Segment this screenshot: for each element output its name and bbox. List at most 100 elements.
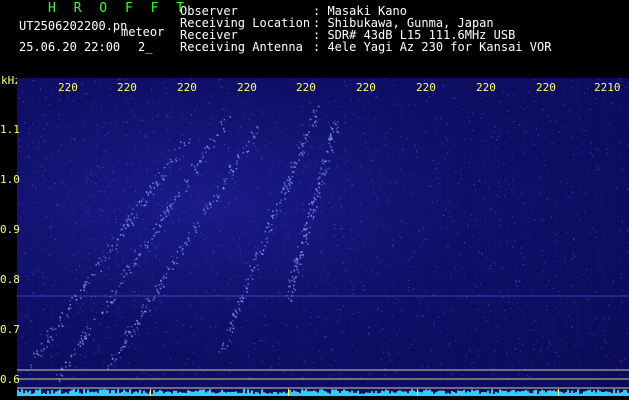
amplitude-trace	[19, 391, 21, 396]
noise-speckle	[178, 287, 180, 289]
sweep-trace	[98, 263, 101, 266]
noise-speckle	[160, 302, 162, 304]
noise-band	[272, 78, 274, 396]
sweep-trace	[100, 259, 103, 262]
amplitude-trace	[615, 392, 617, 396]
noise-speckle	[119, 307, 121, 309]
sweep-trace	[324, 169, 326, 172]
noise-speckle	[298, 233, 300, 234]
noise-speckle	[45, 248, 47, 250]
sweep-trace	[236, 160, 238, 162]
noise-speckle	[552, 303, 554, 305]
sweep-trace	[113, 299, 116, 302]
sweep-trace	[118, 352, 120, 354]
noise-speckle	[425, 238, 427, 240]
noise-speckle	[329, 283, 331, 285]
noise-speckle	[572, 251, 574, 253]
noise-speckle	[120, 335, 122, 337]
sweep-trace	[171, 207, 173, 210]
noise-band	[446, 78, 448, 396]
noise-speckle	[491, 137, 493, 139]
sweep-trace	[242, 297, 245, 300]
sweep-trace	[178, 192, 180, 194]
amplitude-trace	[265, 393, 267, 396]
noise-speckle	[477, 219, 478, 221]
noise-speckle	[377, 98, 379, 100]
noise-speckle	[524, 202, 526, 203]
amplitude-trace	[195, 390, 197, 396]
noise-speckle	[42, 115, 44, 117]
amplitude-trace	[73, 389, 75, 396]
noise-speckle	[559, 312, 561, 314]
noise-speckle	[201, 130, 203, 132]
sweep-trace	[309, 118, 312, 121]
noise-speckle	[530, 329, 532, 331]
noise-speckle	[82, 125, 84, 127]
noise-speckle	[287, 226, 289, 228]
noise-speckle	[481, 113, 483, 115]
amplitude-trace	[89, 392, 91, 396]
noise-speckle	[446, 139, 448, 141]
noise-speckle	[468, 162, 470, 164]
noise-speckle	[150, 126, 152, 128]
noise-speckle	[391, 286, 393, 288]
sweep-trace	[312, 216, 315, 218]
amplitude-trace	[327, 392, 329, 396]
amplitude-trace	[493, 393, 495, 396]
noise-speckle	[59, 182, 61, 184]
noise-speckle	[331, 365, 332, 367]
noise-speckle	[579, 365, 581, 367]
noise-speckle	[431, 356, 433, 358]
x-tick-label: 220	[117, 81, 137, 94]
amplitude-trace	[161, 391, 163, 396]
amplitude-trace	[59, 389, 61, 396]
mode-label: meteor	[121, 25, 165, 39]
noise-speckle	[290, 121, 292, 123]
noise-band	[92, 78, 94, 396]
sweep-trace	[331, 138, 333, 140]
sweep-trace	[290, 299, 292, 302]
sweep-trace	[300, 263, 302, 266]
noise-speckle	[480, 283, 481, 285]
noise-speckle	[143, 218, 145, 220]
noise-speckle	[612, 210, 614, 212]
sweep-trace	[109, 301, 112, 304]
noise-speckle	[403, 173, 405, 175]
noise-speckle	[34, 180, 36, 182]
amplitude-trace	[483, 392, 485, 396]
sweep-trace	[314, 193, 316, 195]
noise-speckle	[57, 291, 59, 293]
noise-speckle	[369, 182, 371, 183]
amplitude-trace	[549, 390, 551, 396]
noise-speckle	[301, 97, 303, 99]
noise-speckle	[126, 78, 128, 80]
amplitude-trace	[553, 390, 555, 396]
sweep-trace	[162, 217, 165, 219]
noise-speckle	[168, 214, 170, 216]
noise-speckle	[393, 84, 395, 86]
sweep-trace	[193, 165, 196, 168]
noise-band	[47, 78, 49, 396]
noise-speckle	[81, 84, 83, 86]
sweep-trace	[297, 259, 299, 262]
noise-speckle	[335, 360, 337, 361]
noise-speckle	[214, 289, 216, 291]
noise-speckle	[319, 119, 321, 121]
sweep-trace	[270, 229, 272, 231]
noise-speckle	[146, 169, 148, 171]
noise-speckle	[204, 291, 206, 293]
noise-speckle	[30, 271, 32, 273]
noise-speckle	[445, 307, 447, 309]
sweep-trace	[150, 191, 152, 194]
noise-speckle	[334, 224, 335, 225]
sweep-trace	[172, 203, 174, 205]
noise-speckle	[281, 160, 283, 162]
sweep-trace	[226, 345, 229, 347]
noise-speckle	[288, 150, 290, 152]
noise-speckle	[534, 219, 536, 221]
noise-speckle	[471, 157, 473, 159]
noise-speckle	[376, 256, 378, 258]
amplitude-trace	[315, 391, 317, 396]
amplitude-trace	[125, 391, 127, 396]
noise-speckle	[502, 267, 504, 268]
